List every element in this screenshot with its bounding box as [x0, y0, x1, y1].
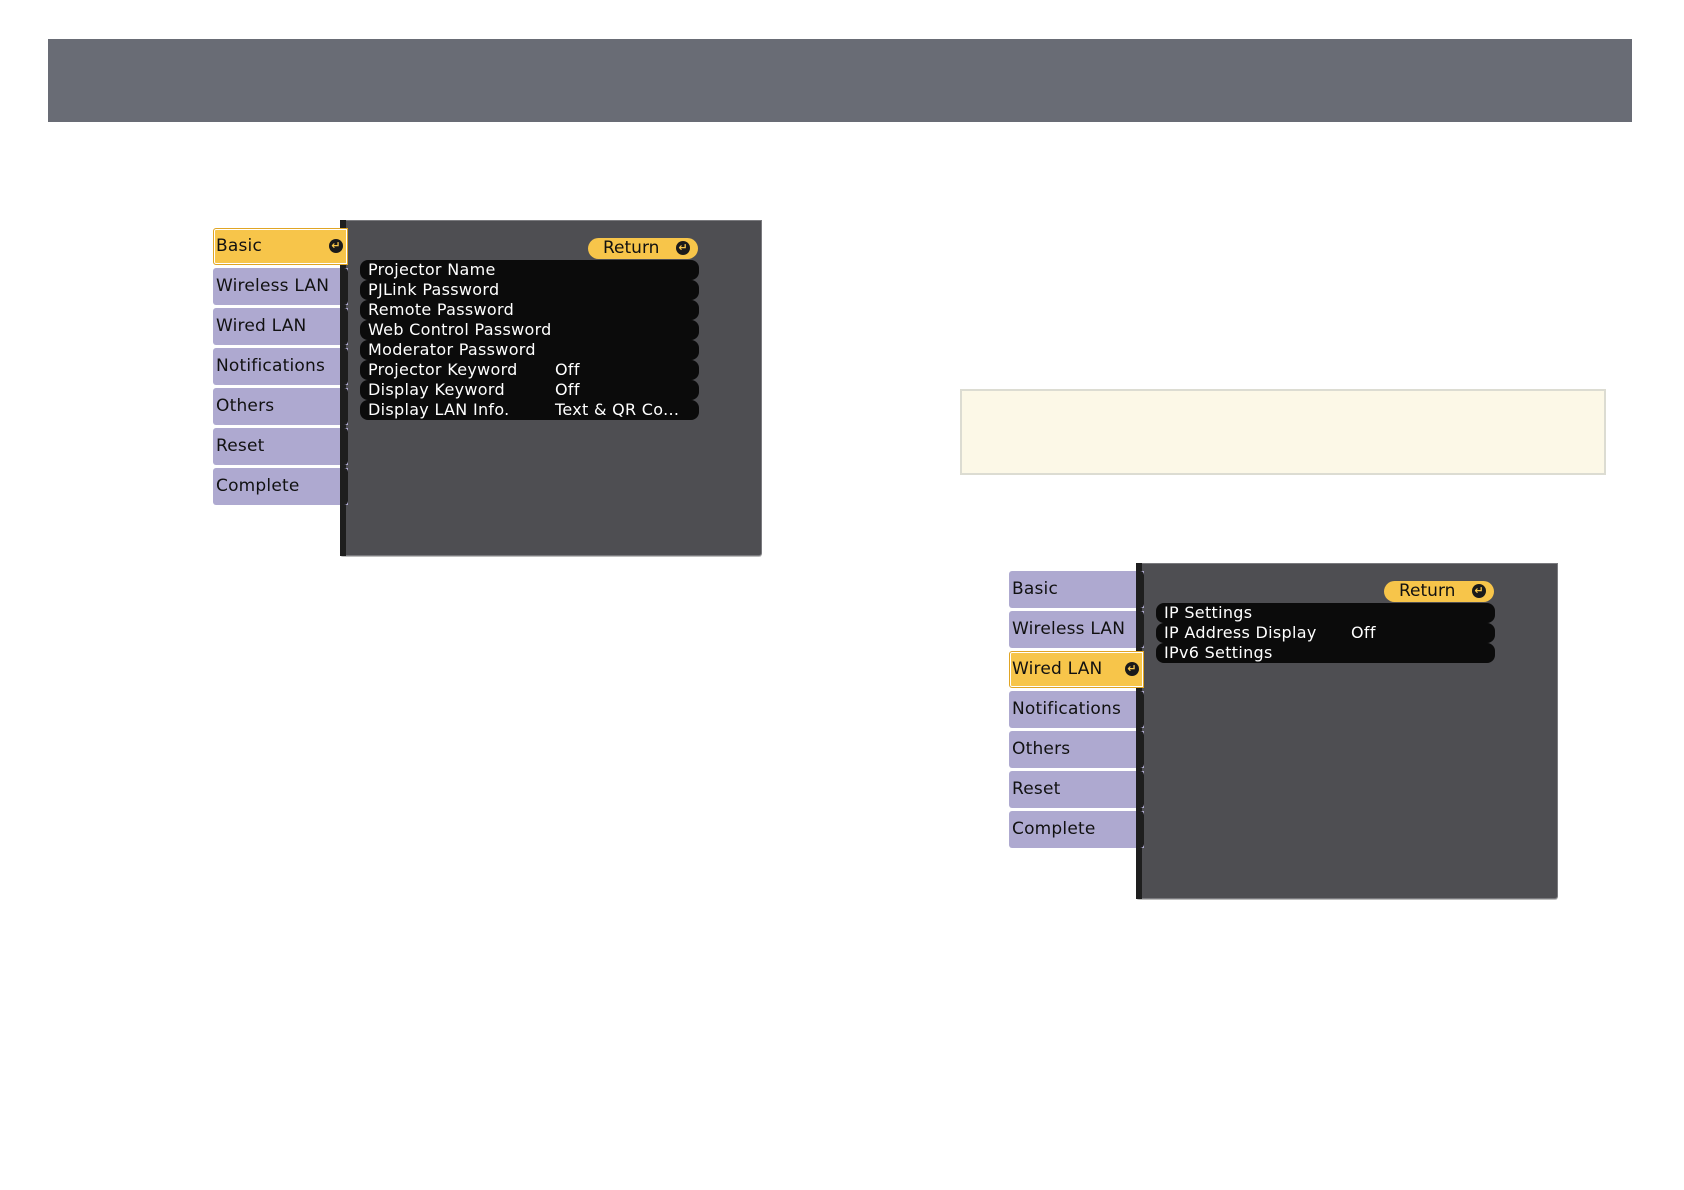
setting-row-projector-name[interactable]: Projector Name	[360, 260, 699, 280]
setting-row-display-keyword[interactable]: Display Keyword Off	[360, 380, 699, 400]
tab-label: Complete	[216, 476, 300, 496]
setting-row-ip-address-display[interactable]: IP Address Display Off	[1156, 623, 1495, 643]
setting-row-display-lan-info[interactable]: Display LAN Info. Text & QR Co...	[360, 400, 699, 420]
tab-label: Reset	[216, 436, 265, 456]
tab-label: Wired LAN	[216, 316, 307, 336]
enter-icon: ↵	[329, 239, 343, 253]
tab-label: Wired LAN	[1012, 659, 1103, 679]
return-button[interactable]: Return ↵	[1384, 581, 1494, 602]
setting-value: Text & QR Co...	[555, 400, 680, 419]
tab-label: Reset	[1012, 779, 1061, 799]
tab-wireless-lan[interactable]: Wireless LAN	[213, 268, 348, 305]
tab-wireless-lan[interactable]: Wireless LAN	[1009, 611, 1144, 648]
tab-label: Notifications	[1012, 699, 1121, 719]
tab-notifications[interactable]: Notifications	[213, 348, 348, 385]
setting-label: Moderator Password	[368, 340, 536, 359]
setting-label: Web Control Password	[368, 320, 552, 339]
tab-others[interactable]: Others	[1009, 731, 1144, 768]
setting-row-ip-settings[interactable]: IP Settings	[1156, 603, 1495, 623]
enter-icon: ↵	[676, 241, 690, 255]
setting-label: IPv6 Settings	[1164, 643, 1273, 662]
menu-tabs: Basic ↵ Wireless LAN Wired LAN Notificat…	[213, 228, 348, 508]
setting-value: Off	[1351, 623, 1376, 642]
tab-label: Basic	[1012, 579, 1059, 599]
tab-complete[interactable]: Complete	[213, 468, 348, 505]
settings-menu-basic: Basic ↵ Wireless LAN Wired LAN Notificat…	[213, 220, 768, 562]
setting-value: Off	[555, 360, 580, 379]
setting-label: Projector Keyword	[368, 360, 518, 379]
tab-label: Wireless LAN	[216, 276, 330, 296]
return-label: Return	[1399, 581, 1456, 601]
setting-row-remote-password[interactable]: Remote Password	[360, 300, 699, 320]
tab-label: Others	[1012, 739, 1071, 759]
setting-label: IP Address Display	[1164, 623, 1317, 642]
tab-wired-lan[interactable]: Wired LAN	[213, 308, 348, 345]
tab-label: Others	[216, 396, 275, 416]
return-label: Return	[603, 238, 660, 258]
setting-row-web-control-password[interactable]: Web Control Password	[360, 320, 699, 340]
setting-label: Display LAN Info.	[368, 400, 510, 419]
tab-notifications[interactable]: Notifications	[1009, 691, 1144, 728]
setting-label: Projector Name	[368, 260, 496, 279]
tab-label: Wireless LAN	[1012, 619, 1126, 639]
setting-row-pjlink-password[interactable]: PJLink Password	[360, 280, 699, 300]
tab-label: Notifications	[216, 356, 325, 376]
setting-label: PJLink Password	[368, 280, 500, 299]
tab-basic[interactable]: Basic	[1009, 571, 1144, 608]
setting-label: Display Keyword	[368, 380, 505, 399]
settings-list: IP Settings IP Address Display Off IPv6 S…	[1156, 603, 1495, 663]
return-button[interactable]: Return ↵	[588, 238, 698, 259]
settings-menu-wired-lan: Basic Wireless LAN Wired LAN ↵ Notificat…	[1009, 563, 1564, 905]
note-box	[960, 389, 1606, 475]
tab-label: Basic	[216, 236, 263, 256]
setting-value: Off	[555, 380, 580, 399]
setting-row-ipv6-settings[interactable]: IPv6 Settings	[1156, 643, 1495, 663]
settings-list: Projector Name PJLink Password Remote Pa…	[360, 260, 699, 420]
tab-wired-lan[interactable]: Wired LAN ↵	[1009, 651, 1144, 688]
tab-reset[interactable]: Reset	[213, 428, 348, 465]
tab-basic[interactable]: Basic ↵	[213, 228, 348, 265]
enter-icon: ↵	[1125, 662, 1139, 676]
setting-label: IP Settings	[1164, 603, 1253, 622]
menu-tabs: Basic Wireless LAN Wired LAN ↵ Notificat…	[1009, 571, 1144, 851]
tab-others[interactable]: Others	[213, 388, 348, 425]
header-bar	[48, 39, 1632, 122]
setting-label: Remote Password	[368, 300, 515, 319]
tab-reset[interactable]: Reset	[1009, 771, 1144, 808]
tab-label: Complete	[1012, 819, 1096, 839]
tab-complete[interactable]: Complete	[1009, 811, 1144, 848]
setting-row-moderator-password[interactable]: Moderator Password	[360, 340, 699, 360]
enter-icon: ↵	[1472, 584, 1486, 598]
setting-row-projector-keyword[interactable]: Projector Keyword Off	[360, 360, 699, 380]
